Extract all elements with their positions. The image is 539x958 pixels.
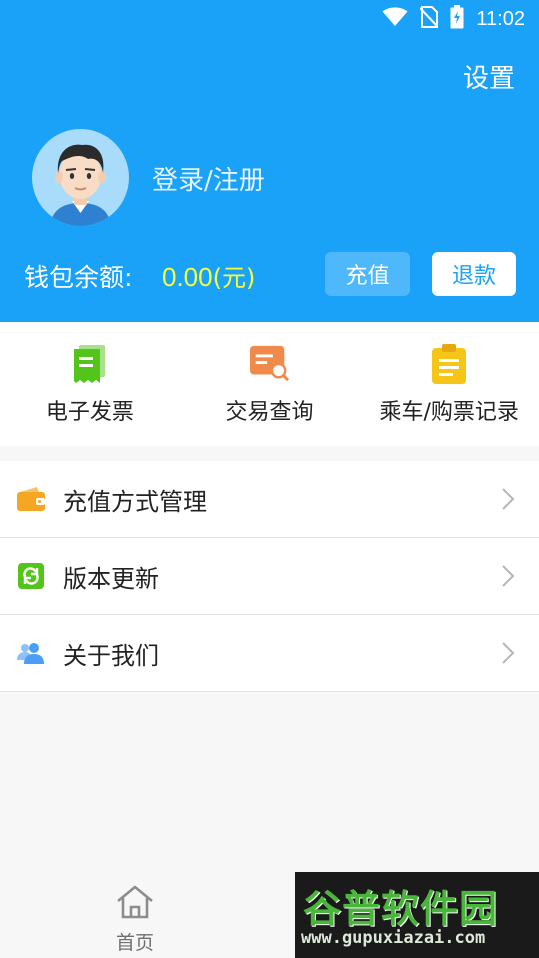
- people-icon: [17, 639, 45, 667]
- menu-item-about-us[interactable]: 关于我们: [0, 615, 539, 692]
- transaction-search-icon: [249, 344, 290, 384]
- quick-action-e-invoice[interactable]: 电子发票: [0, 322, 180, 446]
- settings-button[interactable]: 设置: [463, 58, 515, 95]
- status-time: 11:02: [476, 7, 525, 30]
- refund-button[interactable]: 退款: [432, 252, 516, 296]
- quick-action-label: 乘车/购票记录: [379, 400, 519, 425]
- avatar[interactable]: [32, 129, 129, 226]
- menu-item-label: 版本更新: [63, 564, 159, 593]
- refresh-icon: [17, 562, 45, 590]
- watermark-title: 谷普软件园: [303, 887, 499, 931]
- balance-unit: (元): [212, 264, 256, 292]
- no-sim-icon: [419, 6, 440, 32]
- chevron-right-icon: [501, 641, 515, 669]
- balance-amount: 0.00: [162, 262, 213, 292]
- ride-record-icon: [429, 344, 469, 384]
- status-bar: 11:02: [0, 0, 539, 36]
- nav-tab-label: 首页: [115, 932, 154, 954]
- quick-action-label: 电子发票: [45, 400, 134, 425]
- profile-header: 11:02 设置 登录/注册 钱包余额: 0.00(元) 充值 退款: [0, 0, 539, 322]
- quick-actions: 电子发票 交易查询 乘车/购票记录: [0, 322, 539, 446]
- menu-item-label: 关于我们: [63, 641, 159, 670]
- home-icon: [115, 884, 155, 924]
- chevron-right-icon: [501, 487, 515, 515]
- menu-item-label: 充值方式管理: [63, 487, 207, 516]
- recharge-button[interactable]: 充值: [325, 252, 410, 296]
- wallet-icon: [17, 485, 45, 513]
- chevron-right-icon: [501, 564, 515, 592]
- watermark-url: www.gupuxiazai.com: [301, 928, 486, 948]
- battery-charging-icon: [450, 5, 464, 33]
- quick-action-ride-record[interactable]: 乘车/购票记录: [359, 322, 539, 446]
- quick-action-label: 交易查询: [225, 400, 314, 425]
- watermark-logo: 谷普软件园 www.gupuxiazai.com: [295, 872, 539, 958]
- quick-action-transaction-search[interactable]: 交易查询: [180, 322, 360, 446]
- login-register-link[interactable]: 登录/注册: [152, 160, 265, 197]
- wallet-balance-label: 钱包余额:: [24, 263, 133, 292]
- nav-tab-home[interactable]: 首页: [105, 884, 165, 955]
- e-invoice-icon: [70, 344, 110, 384]
- wallet-balance-value: 0.00(元): [162, 258, 255, 293]
- settings-menu: 充值方式管理 版本更新 关于我们: [0, 461, 539, 692]
- menu-item-recharge-methods[interactable]: 充值方式管理: [0, 461, 539, 538]
- menu-item-version-update[interactable]: 版本更新: [0, 538, 539, 615]
- wifi-icon: [382, 7, 408, 31]
